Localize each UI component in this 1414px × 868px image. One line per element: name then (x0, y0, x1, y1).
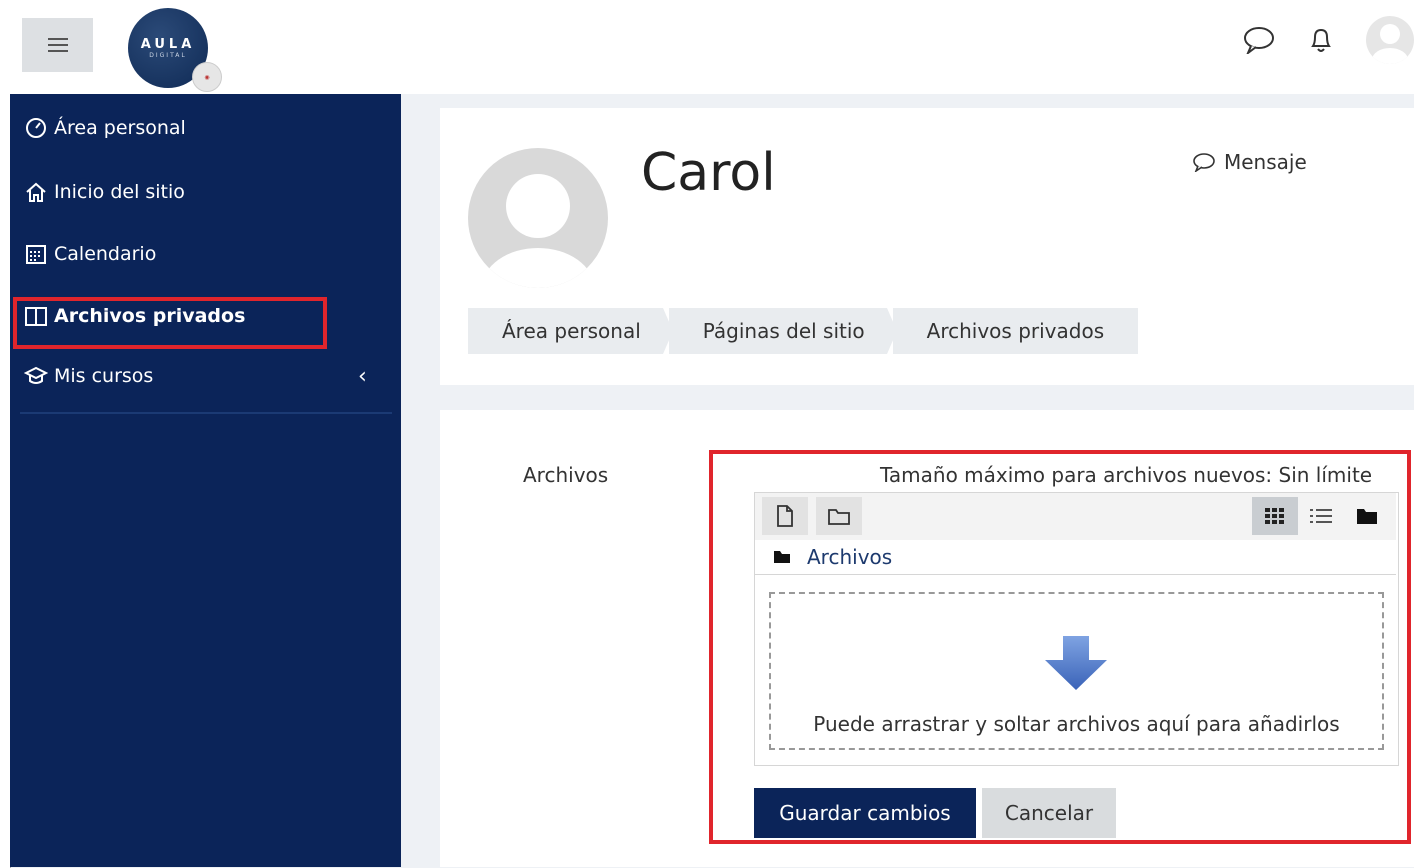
highlight-annotation (13, 297, 327, 349)
sidebar-item-label: Mis cursos (54, 365, 154, 387)
top-icons (1242, 16, 1414, 64)
sidebar-item-label: Inicio del sitio (54, 181, 185, 203)
sidebar-item-calendario[interactable]: Calendario (24, 242, 156, 266)
sidebar-item-area-personal[interactable]: Área personal (24, 116, 186, 140)
logo-subtext: DIGITAL (149, 52, 187, 59)
sidebar-item-mis-cursos[interactable]: Mis cursos (24, 364, 153, 388)
message-icon (1193, 153, 1215, 172)
chevron-left-icon[interactable]: ‹ (358, 364, 367, 389)
messages-icon[interactable] (1242, 23, 1276, 57)
message-label: Mensaje (1224, 150, 1307, 174)
card-top-strip (440, 108, 1414, 120)
sidebar-divider (20, 412, 392, 414)
sidebar-item-inicio-del-sitio[interactable]: Inicio del sitio (24, 180, 185, 204)
logo-badge: ◉ (192, 62, 222, 92)
profile-avatar (468, 148, 608, 288)
breadcrumb: Área personal Páginas del sitio Archivos… (468, 308, 1144, 354)
breadcrumb-item-current: Archivos privados (892, 308, 1139, 354)
highlight-annotation (709, 450, 1411, 844)
dashboard-icon (24, 116, 48, 140)
user-menu-avatar[interactable] (1366, 16, 1414, 64)
sidebar-item-label: Calendario (54, 243, 157, 265)
top-navbar: AULA DIGITAL ◉ (10, 8, 1414, 94)
files-field-label: Archivos (523, 463, 609, 487)
sidebar-item-label: Área personal (54, 117, 186, 139)
message-button[interactable]: Mensaje (1192, 150, 1307, 174)
sidebar-nav: Área personal Inicio del sitio Calendari… (10, 94, 401, 867)
graduation-cap-icon (24, 364, 48, 388)
logo-text: AULA (140, 37, 196, 52)
site-logo[interactable]: AULA DIGITAL ◉ (128, 8, 222, 92)
calendar-icon (24, 242, 48, 266)
hamburger-icon (47, 38, 68, 52)
hamburger-menu-button[interactable] (22, 18, 93, 72)
profile-name: Carol (641, 143, 776, 203)
home-icon (24, 180, 48, 204)
breadcrumb-item[interactable]: Páginas del sitio (668, 308, 897, 354)
breadcrumb-item[interactable]: Área personal (468, 308, 673, 354)
notifications-bell-icon[interactable] (1304, 23, 1338, 57)
